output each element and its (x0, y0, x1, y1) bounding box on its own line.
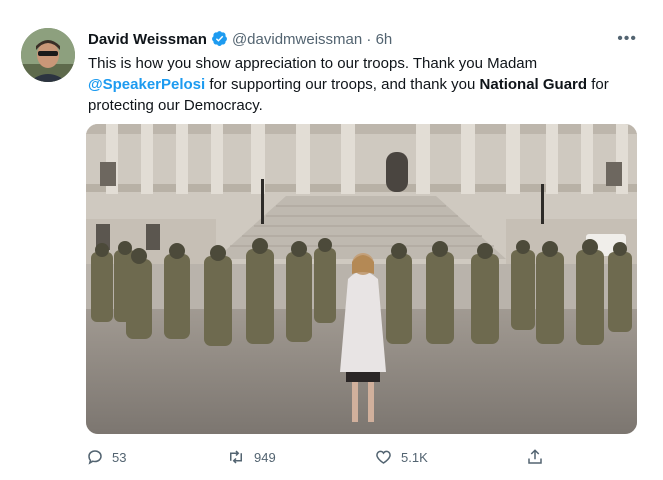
tweet-header: David Weissman @davidmweissman · 6h (88, 30, 648, 52)
retweet-icon (230, 450, 242, 464)
share-icon (528, 449, 542, 464)
reply-icon (88, 450, 102, 465)
avatar[interactable] (21, 28, 75, 82)
mention-link[interactable]: @SpeakerPelosi (88, 76, 205, 93)
like-button[interactable]: 5.1K (374, 443, 428, 471)
heart-icon (376, 450, 391, 464)
verified-badge-icon (212, 31, 227, 46)
author-name[interactable]: David Weissman (88, 31, 207, 48)
author-handle[interactable]: @davidmweissman (232, 31, 362, 48)
tweet-text-part: This is how you show appreciation to our… (88, 55, 538, 72)
share-button[interactable] (526, 443, 552, 471)
more-icon[interactable]: ••• (617, 30, 637, 48)
tweet-text: This is how you show appreciation to our… (88, 53, 643, 116)
retweet-count: 949 (254, 449, 276, 465)
retweet-button[interactable]: 949 (226, 443, 276, 471)
tweet-timestamp[interactable]: 6h (376, 31, 393, 48)
reply-count: 53 (112, 449, 127, 465)
tweet-card[interactable]: David Weissman @davidmweissman · 6h ••• T… (0, 0, 663, 480)
reply-button[interactable]: 53 (86, 443, 126, 471)
separator-dot: · (366, 31, 372, 48)
like-count: 5.1K (401, 449, 428, 465)
tweet-actions: 53 949 5.1K (86, 443, 646, 471)
tweet-text-part: for supporting our troops, and thank you (205, 76, 480, 93)
tweet-bold-text: National Guard (479, 76, 588, 93)
tweet-photo[interactable] (86, 124, 637, 434)
